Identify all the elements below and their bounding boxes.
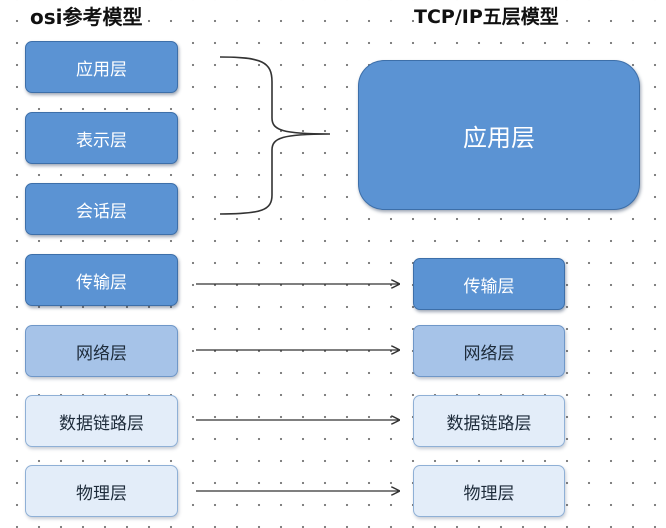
- brace-connector: [219, 56, 331, 215]
- connector-layer: [196, 56, 666, 528]
